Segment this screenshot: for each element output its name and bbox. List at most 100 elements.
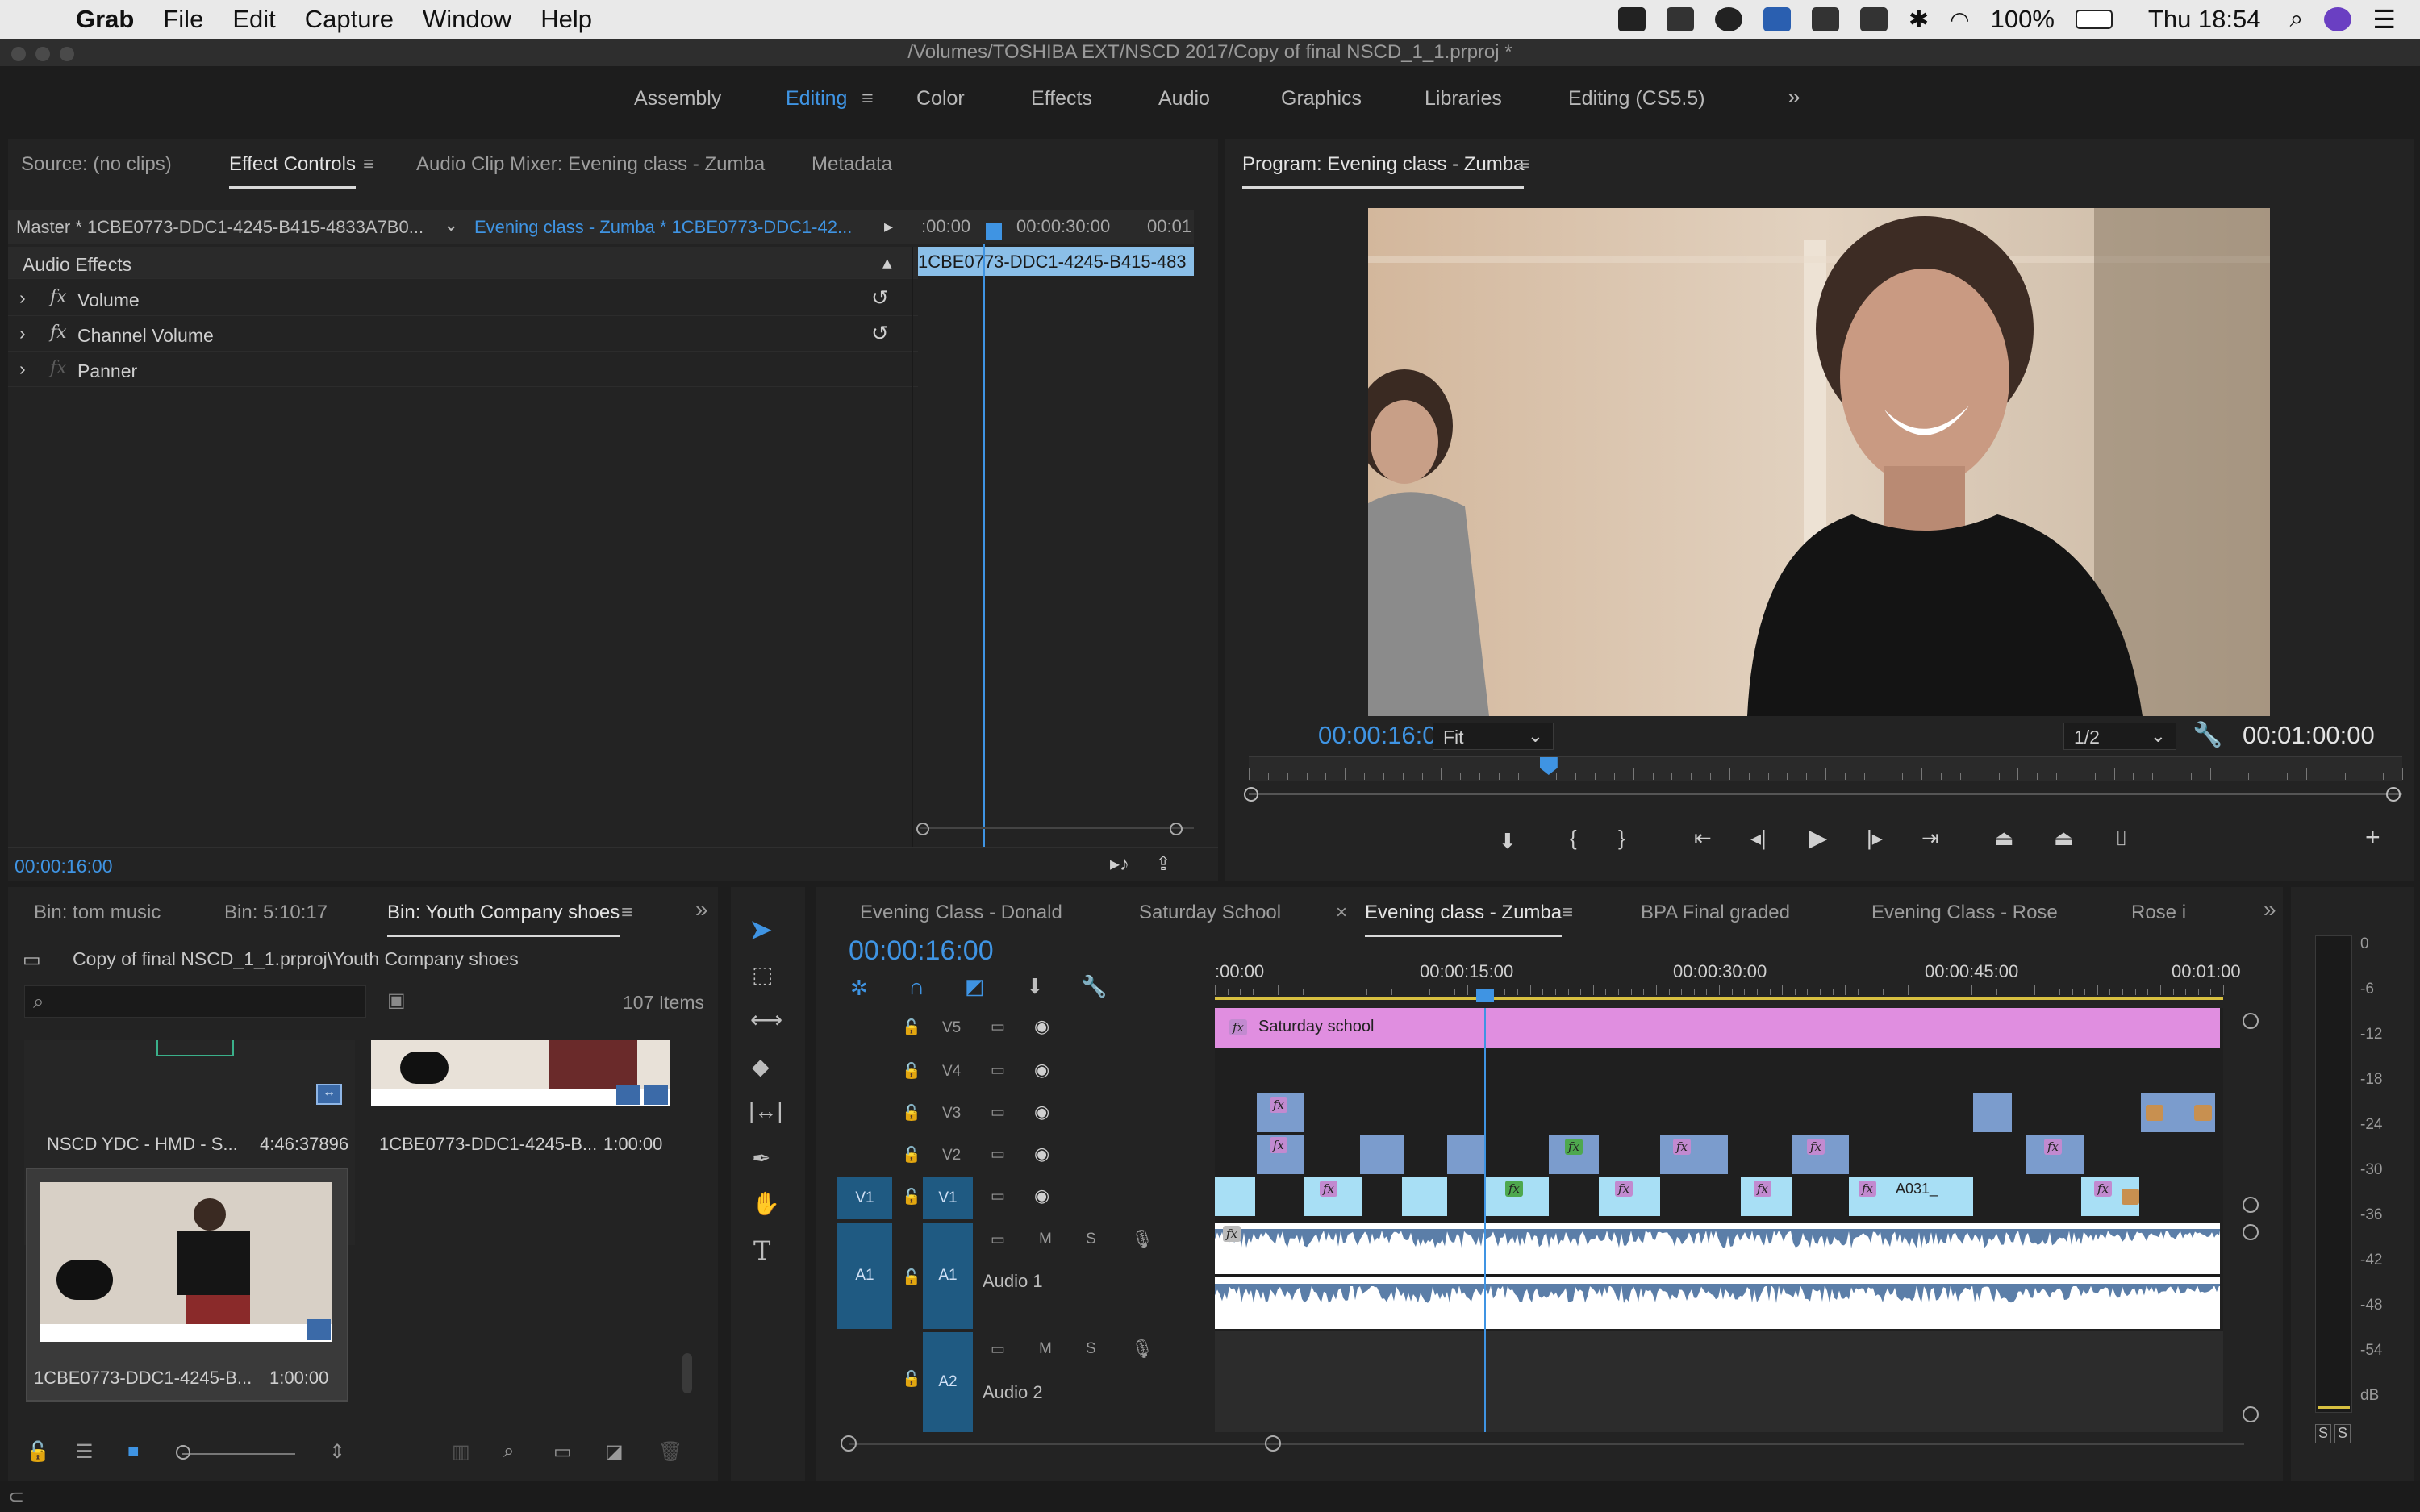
more-tabs-icon[interactable]: » xyxy=(2264,897,2276,923)
master-clip-label[interactable]: Master * 1CBE0773-DDC1-4245-B415-4833A7B… xyxy=(16,217,424,238)
timeline-settings-wrench-icon[interactable]: 🔧 xyxy=(1081,974,1107,999)
mark-in-icon[interactable]: { xyxy=(1570,826,1577,851)
ripple-edit-tool-icon[interactable]: ⟷ xyxy=(750,1006,782,1033)
fx-icon[interactable]: fx xyxy=(50,358,67,378)
program-time-ruler[interactable] xyxy=(1249,756,2403,781)
airplay-icon[interactable] xyxy=(1812,7,1840,31)
reset-icon[interactable]: ↺ xyxy=(871,285,889,310)
notification-center-icon[interactable]: ☰ xyxy=(2372,4,2396,35)
mini-playhead[interactable] xyxy=(986,223,1002,240)
collapse-up-icon[interactable]: ▴ xyxy=(882,252,892,273)
linked-selection-icon[interactable]: ◩ xyxy=(965,974,985,999)
effect-controls-menu-icon[interactable]: ≡ xyxy=(363,153,374,176)
tab-metadata[interactable]: Metadata xyxy=(812,153,892,176)
zoom-handle-left[interactable] xyxy=(916,823,929,835)
clip[interactable]: fx xyxy=(1599,1177,1660,1216)
menu-help[interactable]: Help xyxy=(540,5,592,34)
tab-effect-controls[interactable]: Effect Controls xyxy=(229,153,356,189)
clip[interactable] xyxy=(1402,1177,1447,1216)
new-item-icon[interactable]: ◪ xyxy=(605,1440,624,1464)
vertical-scroll-handle[interactable] xyxy=(2243,1013,2259,1029)
track-label[interactable]: A1 xyxy=(923,1223,973,1329)
tab-sequence-donald[interactable]: Evening Class - Donald xyxy=(860,902,1062,924)
export-icon[interactable]: ⇪ xyxy=(1155,852,1171,876)
fx-icon[interactable]: fx xyxy=(50,323,67,343)
lock-icon[interactable]: 🔓 xyxy=(26,1440,50,1464)
clip[interactable]: fx xyxy=(1257,1135,1304,1174)
play-button[interactable]: ▶ xyxy=(1809,824,1827,852)
bin-scrollbar[interactable] xyxy=(682,1353,692,1393)
workspace-menu-icon[interactable]: ≡ xyxy=(862,87,874,110)
microphone-icon[interactable]: 🎙 xyxy=(1131,1229,1154,1250)
find-icon[interactable]: ⌕ xyxy=(503,1440,514,1463)
menu-window[interactable]: Window xyxy=(423,5,511,34)
add-button-icon[interactable]: + xyxy=(2365,823,2380,852)
thumbnail-size-slider[interactable] xyxy=(182,1453,295,1455)
export-frame-camera-icon[interactable]: ⌷ xyxy=(2115,826,2128,852)
hand-tool-icon[interactable]: ✋ xyxy=(752,1190,780,1217)
menu-app-name[interactable]: Grab xyxy=(76,5,134,34)
slider-handle[interactable] xyxy=(176,1445,190,1460)
tab-bin-youth-company-shoes[interactable]: Bin: Youth Company shoes xyxy=(387,902,620,937)
zoom-handle-left[interactable] xyxy=(1244,787,1258,802)
clip[interactable] xyxy=(2141,1093,2215,1132)
bin-menu-icon[interactable]: ≡ xyxy=(621,902,632,924)
more-panels-icon[interactable]: » xyxy=(695,897,708,923)
source-patch-a1[interactable]: A1 xyxy=(837,1223,892,1329)
clip[interactable]: fx xyxy=(1741,1177,1792,1216)
resolution-dropdown[interactable]: 1/2 ⌄ xyxy=(2063,723,2176,750)
tab-sequence-saturday-school[interactable]: Saturday School xyxy=(1139,902,1281,924)
clip[interactable]: fx xyxy=(1549,1135,1599,1174)
timeline-horizontal-scrollbar[interactable] xyxy=(849,1443,2244,1445)
mute-button[interactable]: M xyxy=(1039,1340,1052,1358)
workspace-effects[interactable]: Effects xyxy=(1031,87,1092,110)
sync-lock-icon[interactable]: ▭ xyxy=(991,1103,1005,1122)
bin-item[interactable]: 1CBE0773-DDC1-4245-B... 1:00:00 xyxy=(371,1040,702,1245)
status-icon[interactable]: ⊂ xyxy=(8,1485,24,1509)
razor-tool-icon[interactable]: ◆ xyxy=(752,1053,770,1080)
solo-right-button[interactable]: S xyxy=(2334,1424,2351,1443)
zoom-handle-right[interactable] xyxy=(1170,823,1183,835)
clock[interactable]: Thu 18:54 xyxy=(2148,5,2261,34)
sync-lock-icon[interactable]: ▭ xyxy=(991,1061,1005,1080)
sync-lock-icon[interactable]: ▭ xyxy=(991,1018,1005,1036)
source-patch-v1[interactable]: V1 xyxy=(837,1177,892,1219)
new-search-bin-icon[interactable]: ▣ xyxy=(387,989,406,1012)
clip[interactable]: fx xyxy=(1486,1177,1549,1216)
pen-tool-icon[interactable]: ✒ xyxy=(752,1145,770,1172)
display-icon[interactable] xyxy=(1667,7,1695,31)
lock-icon[interactable]: 🔓 xyxy=(902,1145,921,1164)
spotlight-search-icon[interactable]: ⌕ xyxy=(2290,6,2304,33)
sort-icon[interactable]: ⇕ xyxy=(329,1440,345,1464)
program-zoom-bar[interactable] xyxy=(1249,793,2402,795)
work-area-bar[interactable] xyxy=(1215,997,2223,1000)
eye-icon[interactable]: ◉ xyxy=(1034,1102,1049,1123)
bluetooth-icon[interactable]: ✱ xyxy=(1909,6,1929,34)
effect-row-volume[interactable]: › fx Volume ↺ xyxy=(8,281,918,316)
lock-icon[interactable]: 🔓 xyxy=(902,1103,921,1123)
clip[interactable]: fx xyxy=(1792,1135,1849,1174)
sync-lock-icon[interactable]: ▭ xyxy=(991,1187,1005,1206)
more-workspaces-icon[interactable]: » xyxy=(1788,84,1800,110)
lock-icon[interactable]: 🔓 xyxy=(902,1061,921,1081)
clip[interactable]: fx xyxy=(1660,1135,1728,1174)
lock-icon[interactable]: 🔓 xyxy=(902,1187,921,1206)
effect-row-panner[interactable]: › fx Panner xyxy=(8,352,918,387)
step-back-icon[interactable]: ◂| xyxy=(1750,826,1767,851)
zoom-handle-right[interactable] xyxy=(2386,787,2401,802)
timeline-playhead-handle[interactable] xyxy=(1476,989,1494,1002)
tab-audio-clip-mixer[interactable]: Audio Clip Mixer: Evening class - Zumba xyxy=(416,153,765,176)
lock-icon[interactable]: 🔓 xyxy=(902,1369,921,1389)
track-select-tool-icon[interactable]: ⬚ xyxy=(752,961,773,988)
effect-mini-ruler[interactable]: :00:00 00:00:30:00 00:01 xyxy=(912,210,1194,244)
folder-up-icon[interactable]: ▭ xyxy=(23,948,41,972)
clip[interactable]: fx xyxy=(2026,1135,2084,1174)
window-minimize-button[interactable] xyxy=(35,47,50,61)
audio-device-icon[interactable] xyxy=(1860,7,1888,31)
track-label[interactable]: V1 xyxy=(923,1177,973,1219)
creative-cloud-icon[interactable] xyxy=(1715,7,1743,31)
workspace-editing-cs55[interactable]: Editing (CS5.5) xyxy=(1568,87,1705,110)
workspace-libraries[interactable]: Libraries xyxy=(1425,87,1502,110)
scroll-handle-right[interactable] xyxy=(1265,1435,1281,1452)
dropbox-icon[interactable] xyxy=(1618,7,1646,31)
